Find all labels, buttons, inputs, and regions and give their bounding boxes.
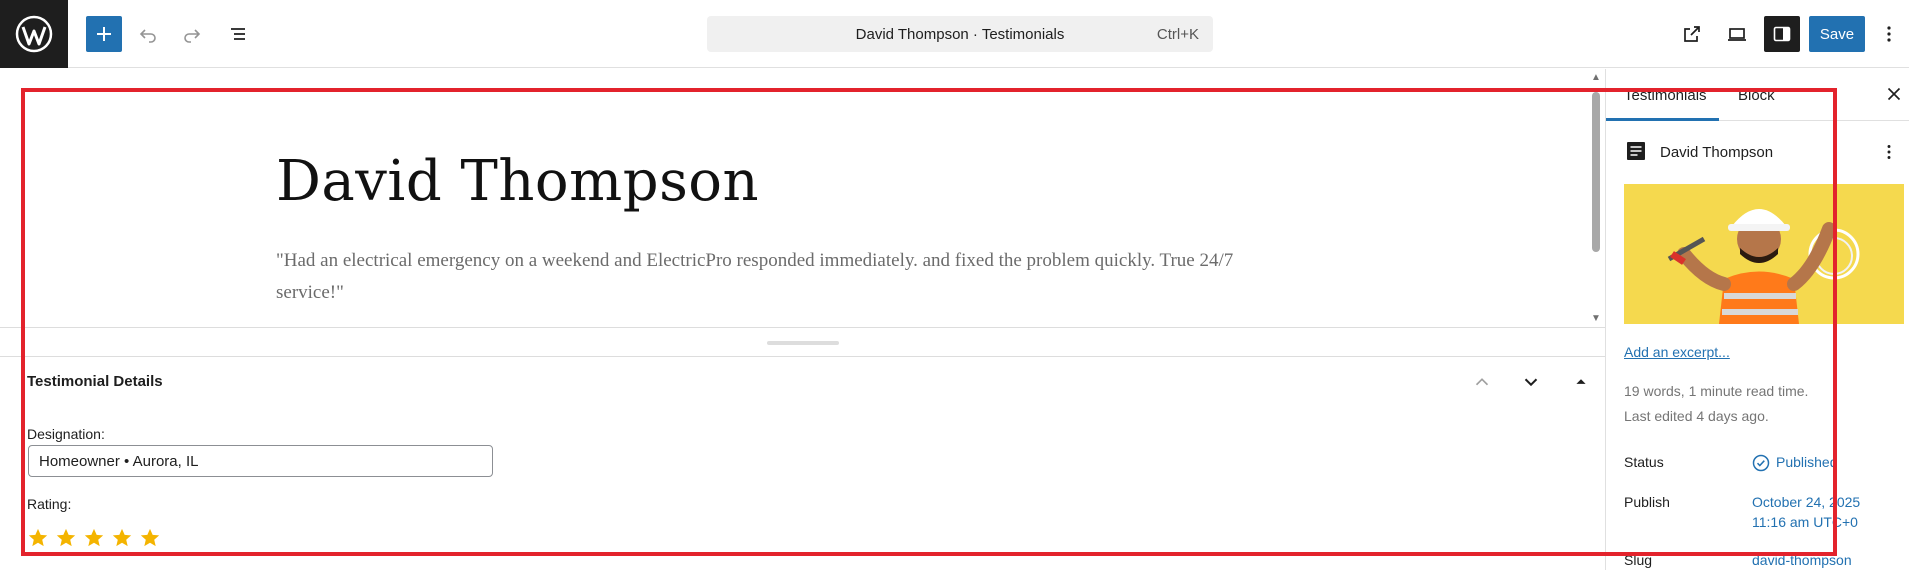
undo-button[interactable]	[130, 16, 166, 52]
star-icon[interactable]	[27, 527, 49, 549]
resize-handle[interactable]	[767, 341, 839, 345]
laptop-icon	[1728, 28, 1746, 41]
settings-sidebar-toggle[interactable]	[1764, 16, 1800, 52]
scroll-up-arrow-icon[interactable]: ▲	[1589, 72, 1603, 84]
star-icon[interactable]	[55, 527, 77, 549]
scrollbar-thumb[interactable]	[1592, 92, 1600, 252]
designation-field[interactable]: Homeowner • Aurora, IL	[28, 445, 493, 477]
move-down-button[interactable]	[1516, 367, 1546, 397]
star-icon[interactable]	[83, 527, 105, 549]
status-value-button[interactable]: Published	[1752, 452, 1838, 472]
publish-label: Publish	[1624, 494, 1670, 510]
testimonial-details-metabox: Testimonial Details Designation: Homeown…	[0, 357, 1605, 570]
rating-label: Rating:	[27, 496, 72, 512]
toggle-panel-button[interactable]	[1566, 367, 1596, 397]
undo-icon	[139, 29, 156, 43]
status-label: Status	[1624, 454, 1664, 470]
redo-icon	[184, 29, 201, 43]
slug-label: Slug	[1624, 552, 1653, 568]
external-link-icon	[1684, 26, 1700, 42]
preview-device-button[interactable]	[1719, 16, 1755, 52]
move-up-button[interactable]	[1467, 367, 1497, 397]
settings-sidebar: Testimonials Block David Thompson Add an…	[1605, 69, 1909, 570]
star-icon[interactable]	[139, 527, 161, 549]
star-icon[interactable]	[111, 527, 133, 549]
options-menu-button[interactable]	[1874, 16, 1904, 52]
wordpress-logo-icon[interactable]	[0, 0, 68, 68]
vertical-ellipsis-icon[interactable]	[1878, 141, 1900, 163]
scroll-down-arrow-icon[interactable]: ▼	[1589, 313, 1603, 325]
tab-testimonials[interactable]: Testimonials	[1624, 87, 1707, 104]
publish-date-button[interactable]: October 24, 2025 11:16 am UTC+0	[1752, 492, 1860, 532]
close-icon[interactable]	[1883, 83, 1905, 105]
caret-up-icon	[1576, 379, 1586, 384]
star-rating[interactable]	[27, 527, 161, 549]
publish-time: 11:16 am UTC+0	[1752, 514, 1858, 530]
chevron-up-icon	[1475, 378, 1489, 386]
sidebar-tabs: Testimonials Block	[1606, 69, 1909, 121]
featured-image[interactable]	[1624, 184, 1904, 324]
active-tab-indicator	[1606, 118, 1719, 121]
designation-label: Designation:	[27, 426, 105, 442]
designation-value: Homeowner • Aurora, IL	[39, 452, 199, 470]
shortcut-hint: Ctrl+K	[1156, 25, 1199, 43]
editor-toolbar: David Thompson · Testimonials Ctrl+K Sav…	[0, 0, 1909, 68]
redo-button[interactable]	[174, 16, 210, 52]
plus-icon	[97, 27, 111, 41]
editor-canvas[interactable]: David Thompson "Had an electrical emerge…	[0, 69, 1605, 327]
add-block-button[interactable]	[86, 16, 122, 52]
chevron-down-icon	[1524, 378, 1538, 387]
post-title[interactable]: David Thompson	[276, 149, 759, 214]
tab-block[interactable]: Block	[1738, 87, 1775, 104]
add-excerpt-link[interactable]: Add an excerpt...	[1624, 344, 1730, 360]
last-edited-text: Last edited 4 days ago.	[1624, 408, 1769, 424]
post-type-icon	[1627, 142, 1645, 160]
save-button[interactable]: Save	[1809, 16, 1865, 52]
published-check-icon	[1752, 455, 1770, 472]
view-post-button[interactable]	[1674, 16, 1710, 52]
command-palette-bar[interactable]: David Thompson · Testimonials Ctrl+K	[707, 16, 1213, 52]
publish-date: October 24, 2025	[1752, 494, 1861, 510]
document-overview-button[interactable]	[220, 16, 256, 52]
metabox-title: Testimonial Details	[27, 373, 163, 390]
metabox-resize-area	[0, 327, 1605, 357]
status-value: Published	[1776, 454, 1838, 470]
word-count-text: 19 words, 1 minute read time.	[1624, 383, 1809, 399]
post-summary-title: David Thompson	[1660, 144, 1774, 161]
sidebar-icon	[1773, 26, 1791, 42]
slug-value-link[interactable]: david-thompson	[1752, 550, 1852, 570]
document-title: David Thompson · Testimonials	[855, 25, 1065, 43]
vertical-ellipsis-icon	[1887, 26, 1891, 42]
list-view-icon	[231, 28, 245, 40]
electrician-photo	[1624, 184, 1904, 324]
post-content-paragraph[interactable]: "Had an electrical emergency on a weeken…	[276, 245, 1296, 309]
